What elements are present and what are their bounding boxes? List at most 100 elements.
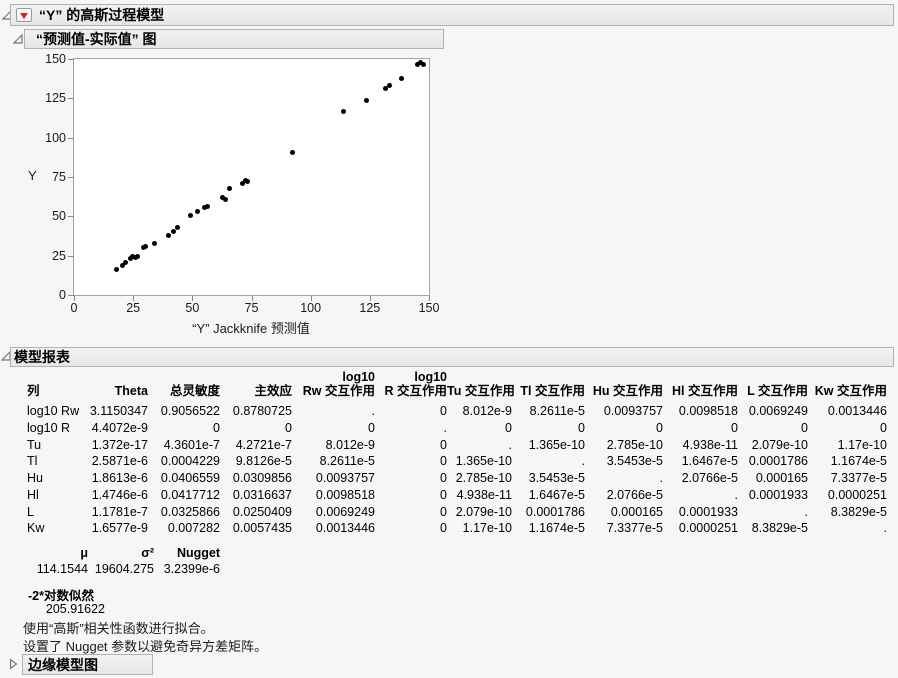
table-row-label: log10 R <box>27 420 71 435</box>
table-cell: 0.0250409 <box>232 504 292 519</box>
table-cell: 1.8613e-6 <box>91 471 148 485</box>
table-cell: 0.0069249 <box>315 504 375 519</box>
table-header-cell: R 交互作用 <box>384 384 447 398</box>
table-cell: 8.3829e-5 <box>751 521 808 536</box>
table-header-top-cell <box>738 370 808 384</box>
table-header-cell: 主效应 <box>254 384 292 398</box>
table-header-top-cell <box>220 370 292 384</box>
y-tick-mark <box>68 137 74 139</box>
scatter-point[interactable] <box>341 109 347 115</box>
table-cell: . <box>508 437 512 452</box>
table-cell: 1.1674e-5 <box>528 521 585 536</box>
table-header-top-cell: log10 <box>342 370 375 384</box>
table-cell: 0 <box>505 420 512 435</box>
table-cell: 0 <box>368 420 375 435</box>
table-cell: 3.5453e-5 <box>606 454 663 469</box>
y-tick-label: 25 <box>52 248 66 263</box>
section-header-model-report[interactable]: 模型报表 <box>10 347 894 367</box>
loglikelihood-value: 205.91622 <box>45 602 105 616</box>
scatter-point[interactable] <box>151 241 157 247</box>
disclosure-expanded-icon[interactable] <box>12 33 23 44</box>
scatter-point[interactable] <box>165 232 171 238</box>
scatter-point[interactable] <box>222 196 228 202</box>
table-cell: 0.0001933 <box>678 504 738 519</box>
section-header-marginal-model-plots[interactable]: 边缘模型图 <box>22 654 153 675</box>
y-tick-label: 125 <box>45 91 66 106</box>
scatter-point[interactable] <box>175 225 181 231</box>
table-cell: 8.012e-9 <box>462 404 512 418</box>
y-tick-mark <box>68 255 74 257</box>
x-tick-label: 125 <box>359 301 381 315</box>
table-header-cell: Tl 交互作用 <box>520 384 585 398</box>
scatter-point[interactable] <box>420 61 426 67</box>
nugget-note: 设置了 Nugget 参数以避免奇异方差矩阵。 <box>23 639 268 654</box>
table-cell: 0.0001933 <box>748 487 808 502</box>
scatter-point[interactable] <box>205 204 211 210</box>
table-cell: 0 <box>440 487 447 502</box>
param-header-mu: μ <box>80 546 88 560</box>
table-cell: 8.2611e-5 <box>319 454 375 469</box>
table-cell: 0.8780725 <box>232 404 292 418</box>
y-tick-label: 150 <box>45 52 66 66</box>
table-cell: 0.0325866 <box>160 504 220 519</box>
section-header-actual-by-predicted-plot[interactable]: “预测值-实际值” 图 <box>24 29 444 49</box>
table-cell: 0.0001786 <box>525 504 585 519</box>
table-cell: 4.4072e-9 <box>91 420 148 435</box>
table-cell: 0 <box>731 420 738 435</box>
table-row-label: log10 Rw <box>27 404 80 418</box>
red-triangle-menu-icon[interactable] <box>16 8 32 22</box>
scatter-point[interactable] <box>386 83 392 89</box>
parameter-table: μ σ² Nugget 114.1544 19604.275 3.2399e-6 <box>27 545 220 578</box>
table-row-label: Kw <box>27 521 45 536</box>
scatter-plot-canvas[interactable] <box>73 58 430 296</box>
table-cell: . <box>371 404 375 418</box>
scatter-point[interactable] <box>244 179 250 185</box>
scatter-point[interactable] <box>226 186 232 192</box>
table-cell: 0.9056522 <box>160 404 220 418</box>
table-row-label: Hu <box>27 471 43 485</box>
table-cell: 1.17e-10 <box>462 521 512 536</box>
scatter-point[interactable] <box>123 260 129 266</box>
table-header-top-cell <box>447 370 512 384</box>
param-value-nugget: 3.2399e-6 <box>163 562 220 576</box>
plot-section-title: “预测值-实际值” 图 <box>36 31 157 47</box>
scatter-point[interactable] <box>135 253 141 259</box>
scatter-point[interactable] <box>187 212 193 218</box>
table-cell: 0 <box>656 420 663 435</box>
table-cell: 0.0004229 <box>160 454 220 469</box>
table-header-top-cell <box>512 370 585 384</box>
table-header-cell: Hu 交互作用 <box>592 384 663 398</box>
scatter-point[interactable] <box>289 150 295 156</box>
table-cell: 4.938e-11 <box>682 437 738 452</box>
table-cell: 0 <box>213 420 220 435</box>
x-axis-title: “Y” Jackknife 预测值 <box>192 321 310 336</box>
table-cell: 0 <box>440 454 447 469</box>
scatter-point[interactable] <box>398 76 404 82</box>
fit-note: 使用“高斯”相关性函数进行拟合。 <box>23 621 214 636</box>
table-cell: 1.6467e-5 <box>681 454 738 469</box>
scatter-point[interactable] <box>364 98 370 104</box>
param-value-sigma2: 19604.275 <box>94 562 154 576</box>
y-tick-mark <box>68 98 74 100</box>
table-cell: 0.0013446 <box>827 404 887 418</box>
scatter-point[interactable] <box>113 266 119 272</box>
table-cell: . <box>734 487 738 502</box>
table-header-cell: 列 <box>27 384 40 398</box>
table-row-label: Tu <box>27 437 42 452</box>
table-cell: 2.0766e-5 <box>606 487 663 502</box>
table-cell: 0.0001786 <box>748 454 808 469</box>
scatter-point[interactable] <box>195 209 201 215</box>
table-cell: 0 <box>440 504 447 519</box>
section-header-gaussian-process-model[interactable]: “Y” 的高斯过程模型 <box>10 4 894 26</box>
main-section-title: “Y” 的高斯过程模型 <box>39 7 165 23</box>
scatter-point[interactable] <box>142 243 148 249</box>
table-header-top-cell <box>808 370 887 384</box>
table-cell: 0.0406559 <box>160 471 220 485</box>
table-cell: 1.4746e-6 <box>91 487 148 502</box>
table-cell: 0 <box>440 521 447 536</box>
x-tick-label: 100 <box>300 301 322 315</box>
table-cell: 0.0000251 <box>827 487 887 502</box>
disclosure-collapsed-icon[interactable] <box>8 658 18 670</box>
table-cell: 2.785e-10 <box>606 437 663 452</box>
table-header-top-cell <box>82 370 148 384</box>
